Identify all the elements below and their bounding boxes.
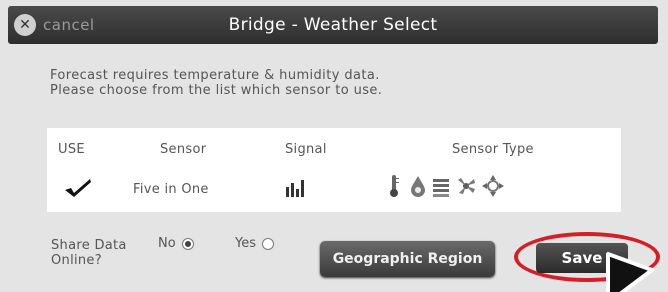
column-header-signal: Signal	[285, 142, 327, 157]
sensor-table: USE Sensor Signal Sensor Type Five in On…	[47, 128, 621, 212]
weather-select-dialog: ✕ cancel Bridge - Weather Select Forecas…	[0, 0, 668, 292]
instruction-line-2: Please choose from the list which sensor…	[50, 83, 383, 98]
column-header-sensor-type: Sensor Type	[452, 142, 534, 157]
share-option-no[interactable]: No	[158, 236, 194, 251]
instruction-text: Forecast requires temperature & humidity…	[50, 68, 382, 98]
share-no-radio[interactable]	[181, 237, 194, 250]
share-option-no-label[interactable]: No	[158, 236, 176, 251]
share-data-label-line-2: Online?	[51, 253, 102, 268]
raindrop-icon	[409, 174, 427, 202]
column-header-sensor: Sensor	[160, 142, 207, 157]
mouse-pointer-icon	[600, 250, 660, 292]
dialog-title: Bridge - Weather Select	[228, 15, 438, 35]
thermometer-icon	[387, 174, 401, 202]
wind-fan-icon	[455, 174, 477, 202]
instruction-line-1: Forecast requires temperature & humidity…	[50, 68, 380, 83]
title-bar: ✕ cancel Bridge - Weather Select	[8, 6, 658, 44]
column-header-use: USE	[58, 142, 85, 157]
rain-gauge-icon	[431, 174, 451, 202]
use-checkmark-icon[interactable]	[63, 176, 93, 202]
share-option-yes[interactable]: Yes	[235, 236, 274, 251]
share-option-yes-label[interactable]: Yes	[235, 236, 256, 251]
sensor-name: Five in One	[133, 182, 209, 197]
geographic-region-button[interactable]: Geographic Region	[320, 241, 495, 277]
share-data-label-line-1: Share Data	[51, 238, 127, 253]
share-yes-radio[interactable]	[262, 237, 274, 250]
signal-bars-icon	[286, 179, 308, 201]
share-data-label: Share Data Online?	[51, 238, 127, 268]
wind-direction-icon	[481, 174, 505, 202]
